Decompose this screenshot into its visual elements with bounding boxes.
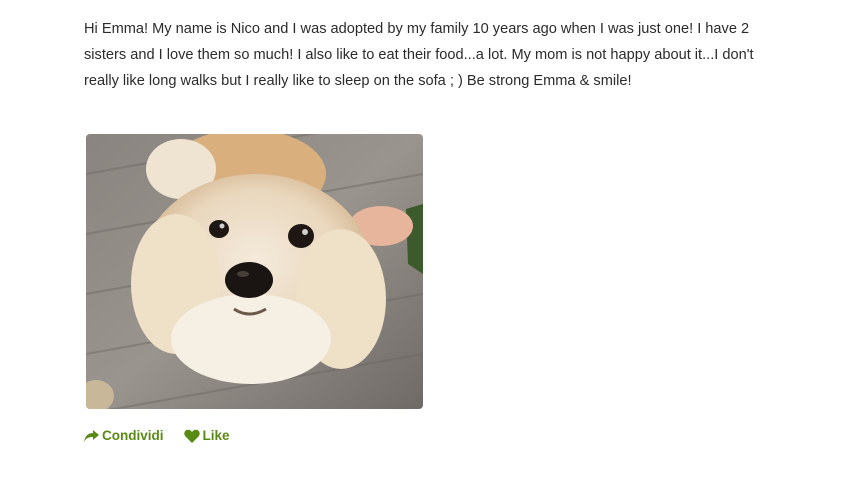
- like-label: Like: [202, 428, 230, 443]
- post-actions: Condividi Like: [84, 428, 250, 443]
- post: Hi Emma! My name is Nico and I was adopt…: [84, 16, 784, 94]
- share-button[interactable]: Condividi: [84, 428, 164, 443]
- share-label: Condividi: [102, 428, 164, 443]
- heart-icon: [183, 429, 200, 443]
- post-text: Hi Emma! My name is Nico and I was adopt…: [84, 21, 754, 89]
- share-arrow-icon: [84, 429, 99, 442]
- dog-photo: [86, 134, 423, 409]
- like-button[interactable]: Like: [183, 428, 230, 443]
